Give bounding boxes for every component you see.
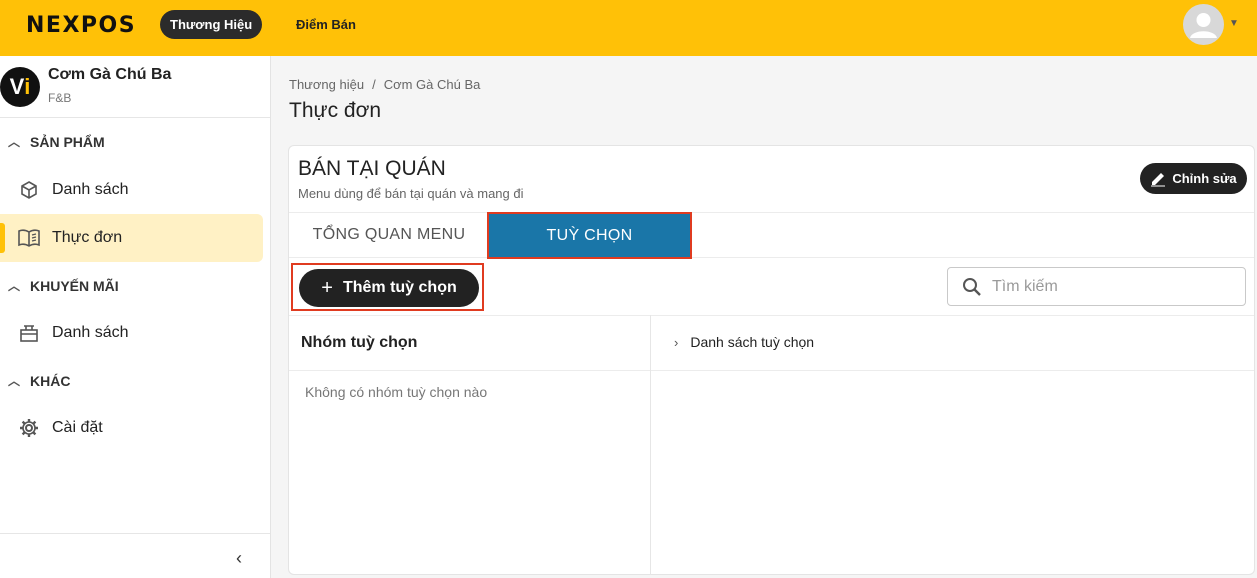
nav-diem-ban[interactable]: Điểm Bán — [296, 17, 356, 32]
search-input[interactable] — [992, 274, 1232, 300]
chevron-right-icon: › — [674, 334, 679, 350]
add-option-highlight: + Thêm tuỳ chọn — [291, 263, 484, 311]
page-title: Thực đơn — [289, 99, 382, 122]
store-name: Cơm Gà Chú Ba — [48, 66, 172, 83]
account-dropdown-icon[interactable]: ▼ — [1229, 18, 1239, 29]
tab-tong-quan-menu[interactable]: TỔNG QUAN MENU — [289, 213, 489, 257]
search-box — [947, 267, 1246, 306]
section-khac[interactable]: ︿ KHÁC — [8, 372, 70, 389]
sidebar-item-danh-sach-khuyen-mai[interactable]: Danh sách — [0, 309, 263, 357]
sidebar-item-thuc-don[interactable]: Thực đơn — [0, 214, 263, 262]
pencil-icon — [1151, 172, 1166, 186]
option-list-header[interactable]: › Danh sách tuỳ chọn — [674, 334, 814, 350]
breadcrumb-item[interactable]: Thương hiệu — [289, 77, 364, 92]
store-header[interactable]: Vi Cơm Gà Chú Ba F&B — [0, 56, 270, 118]
menu-card: BÁN TẠI QUÁN Menu dùng để bán tại quán v… — [288, 145, 1255, 575]
menu-title: BÁN TẠI QUÁN — [298, 157, 446, 180]
sidebar-footer: ‹ — [0, 533, 270, 578]
edit-button[interactable]: Chỉnh sửa — [1140, 163, 1247, 194]
edit-label: Chỉnh sửa — [1172, 171, 1237, 186]
section-khuyen-mai[interactable]: ︿ KHUYẾN MÃI — [8, 277, 119, 294]
add-option-button[interactable]: + Thêm tuỳ chọn — [299, 269, 479, 307]
logo-text: NEXPOS — [26, 12, 137, 38]
sidebar-item-label: Cài đặt — [52, 419, 103, 436]
collapse-sidebar-icon[interactable]: ‹ — [236, 548, 242, 569]
add-option-label: Thêm tuỳ chọn — [342, 279, 457, 296]
option-group-header: Nhóm tuỳ chọn — [301, 334, 418, 351]
breadcrumb-item[interactable]: Cơm Gà Chú Ba — [384, 77, 481, 92]
tab-bar: TỔNG QUAN MENU TUỲ CHỌN — [289, 212, 1254, 259]
sidebar-item-danh-sach-san-pham[interactable]: Danh sách — [0, 166, 263, 214]
sidebar-item-label: Danh sách — [52, 181, 129, 198]
user-avatar[interactable] — [1183, 4, 1224, 45]
plus-icon: + — [321, 277, 333, 299]
section-title: SẢN PHẨM — [30, 133, 105, 150]
section-san-pham[interactable]: ︿ SẢN PHẨM — [8, 133, 105, 150]
search-icon — [963, 278, 981, 296]
sidebar-item-cai-dat[interactable]: Cài đặt — [0, 404, 263, 452]
logo[interactable]: NEXPOS — [26, 11, 136, 39]
section-title: KHÁC — [30, 372, 71, 389]
menu-subtitle: Menu dùng để bán tại quán và mang đi — [298, 186, 524, 201]
options-header-row: Nhóm tuỳ chọn › Danh sách tuỳ chọn — [289, 315, 1254, 371]
sidebar-item-label: Thực đơn — [52, 229, 123, 246]
menu-book-icon — [18, 227, 40, 249]
store-type: F&B — [48, 91, 72, 105]
chevron-up-icon: ︿ — [8, 279, 21, 293]
chevron-up-icon: ︿ — [8, 374, 21, 388]
breadcrumb-separator: / — [372, 77, 376, 92]
section-title: KHUYẾN MÃI — [30, 277, 119, 294]
top-bar: NEXPOS Thương Hiệu Điểm Bán ▼ — [0, 0, 1257, 56]
user-icon — [1190, 13, 1217, 38]
sidebar: Vi Cơm Gà Chú Ba F&B ︿ SẢN PHẨM Danh sác… — [0, 56, 271, 578]
box-icon — [18, 179, 40, 201]
column-divider — [650, 315, 651, 575]
chevron-up-icon: ︿ — [8, 135, 21, 149]
store-logo: Vi — [0, 67, 40, 107]
option-list-title: Danh sách tuỳ chọn — [690, 334, 815, 350]
sidebar-item-label: Danh sách — [52, 324, 129, 341]
gear-icon — [18, 417, 40, 439]
gift-icon — [18, 322, 40, 344]
breadcrumb: Thương hiệu / Cơm Gà Chú Ba — [289, 77, 480, 92]
tab-tuy-chon[interactable]: TUỲ CHỌN — [487, 212, 692, 259]
nav-thuong-hieu[interactable]: Thương Hiệu — [160, 10, 263, 39]
empty-state: Không có nhóm tuỳ chọn nào — [305, 384, 488, 400]
